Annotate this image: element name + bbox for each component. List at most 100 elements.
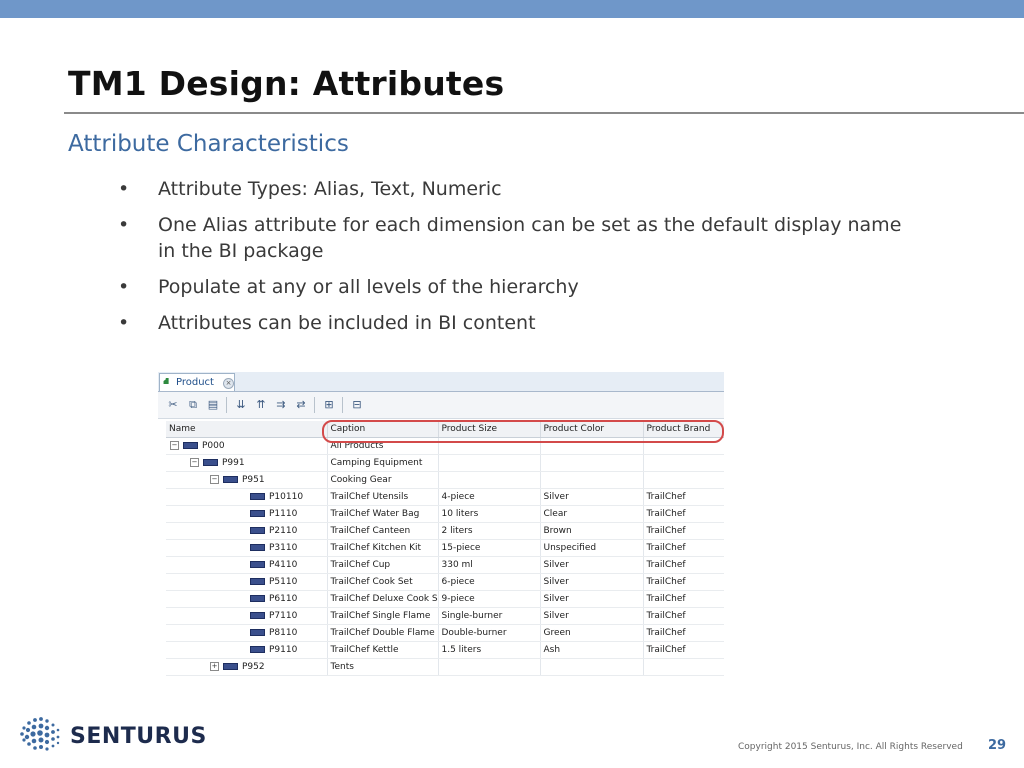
member-name-cell[interactable]: P10110: [166, 488, 328, 506]
table-row[interactable]: P1110 TrailChef Water Bag 10 liters Clear Tr…: [166, 505, 724, 523]
member-icon: [250, 629, 265, 636]
member-name: P10110: [269, 492, 304, 502]
caption-cell[interactable]: TrailChef Deluxe Cook Set: [327, 590, 439, 608]
product-size-cell[interactable]: 1.5 liters: [438, 641, 541, 659]
product-brand-cell[interactable]: [643, 454, 724, 472]
sort-hierarchy-icon[interactable]: ⇉: [274, 398, 288, 412]
table-row[interactable]: P2110 TrailChef Canteen 2 liters Brown Trail…: [166, 522, 724, 540]
member-name-cell[interactable]: P4110: [166, 556, 328, 574]
caption-cell[interactable]: TrailChef Single Flame: [327, 607, 439, 625]
product-color-cell[interactable]: [540, 658, 644, 676]
table-row[interactable]: P5110 TrailChef Cook Set 6-piece Silver Trai…: [166, 573, 724, 591]
product-color-cell[interactable]: Silver: [540, 556, 644, 574]
product-size-cell[interactable]: Single-burner: [438, 607, 541, 625]
product-brand-cell[interactable]: [643, 471, 724, 489]
product-brand-cell[interactable]: TrailChef: [643, 573, 724, 591]
product-brand-cell[interactable]: [643, 658, 724, 676]
product-color-cell[interactable]: Silver: [540, 590, 644, 608]
caption-cell[interactable]: Cooking Gear: [327, 471, 439, 489]
toolbar-separator: [342, 397, 343, 413]
collapse-icon[interactable]: −: [210, 475, 219, 484]
member-name-cell[interactable]: P9110: [166, 641, 328, 659]
caption-cell[interactable]: Camping Equipment: [327, 454, 439, 472]
product-size-cell[interactable]: 2 liters: [438, 522, 541, 540]
product-brand-cell[interactable]: TrailChef: [643, 641, 724, 659]
member-name-cell[interactable]: P2110: [166, 522, 328, 540]
table-row[interactable]: P7110 TrailChef Single Flame Single-burner…: [166, 607, 724, 625]
caption-cell[interactable]: TrailChef Cook Set: [327, 573, 439, 591]
product-brand-cell[interactable]: TrailChef: [643, 505, 724, 523]
caption-cell[interactable]: Tents: [327, 658, 439, 676]
table-row[interactable]: − P991 Camping Equipment: [166, 454, 724, 472]
table-row[interactable]: P4110 TrailChef Cup 330 ml Silver TrailChef: [166, 556, 724, 574]
tab-product[interactable]: ⛘ Product ×: [159, 373, 235, 391]
table-row[interactable]: P8110 TrailChef Double Flame Double-burner…: [166, 624, 724, 642]
product-brand-cell[interactable]: TrailChef: [643, 488, 724, 506]
product-size-cell[interactable]: 6-piece: [438, 573, 541, 591]
caption-cell[interactable]: TrailChef Kettle: [327, 641, 439, 659]
product-color-cell[interactable]: Green: [540, 624, 644, 642]
member-name-cell[interactable]: P1110: [166, 505, 328, 523]
product-color-cell[interactable]: [540, 454, 644, 472]
member-name-cell[interactable]: − P000: [166, 437, 328, 455]
member-name-cell[interactable]: P5110: [166, 573, 328, 591]
filter-icon[interactable]: ⊟: [350, 398, 364, 412]
table-row[interactable]: + P952 Tents: [166, 658, 724, 676]
table-row[interactable]: − P951 Cooking Gear: [166, 471, 724, 489]
close-icon[interactable]: ×: [223, 378, 234, 389]
product-size-cell[interactable]: 4-piece: [438, 488, 541, 506]
product-color-cell[interactable]: Brown: [540, 522, 644, 540]
product-size-cell[interactable]: Double-burner: [438, 624, 541, 642]
product-size-cell[interactable]: [438, 658, 541, 676]
copy-icon[interactable]: ⧉: [186, 398, 200, 412]
bullet-item: • Attribute Types: Alias, Text, Numeric: [118, 176, 918, 202]
table-row[interactable]: P3110 TrailChef Kitchen Kit 15-piece Unspec…: [166, 539, 724, 557]
caption-cell[interactable]: TrailChef Double Flame: [327, 624, 439, 642]
sort-reverse-icon[interactable]: ⇄: [294, 398, 308, 412]
product-brand-cell[interactable]: TrailChef: [643, 539, 724, 557]
product-size-cell[interactable]: 330 ml: [438, 556, 541, 574]
table-row[interactable]: P10110 TrailChef Utensils 4-piece Silver Tra…: [166, 488, 724, 506]
caption-cell[interactable]: TrailChef Water Bag: [327, 505, 439, 523]
member-name-cell[interactable]: P8110: [166, 624, 328, 642]
top-accent-bar: [0, 0, 1024, 18]
cut-icon[interactable]: ✂: [166, 398, 180, 412]
product-size-cell[interactable]: [438, 454, 541, 472]
product-color-cell[interactable]: Silver: [540, 573, 644, 591]
column-header-name[interactable]: Name: [166, 421, 328, 438]
product-color-cell[interactable]: Silver: [540, 488, 644, 506]
caption-cell[interactable]: TrailChef Utensils: [327, 488, 439, 506]
paste-icon[interactable]: ▤: [206, 398, 220, 412]
member-name-cell[interactable]: + P952: [166, 658, 328, 676]
sort-ascending-icon[interactable]: ⇈: [254, 398, 268, 412]
member-name-cell[interactable]: P6110: [166, 590, 328, 608]
member-name-cell[interactable]: − P951: [166, 471, 328, 489]
product-size-cell[interactable]: 15-piece: [438, 539, 541, 557]
product-brand-cell[interactable]: TrailChef: [643, 522, 724, 540]
caption-cell[interactable]: TrailChef Canteen: [327, 522, 439, 540]
product-brand-cell[interactable]: TrailChef: [643, 624, 724, 642]
collapse-icon[interactable]: −: [190, 458, 199, 467]
product-brand-cell[interactable]: TrailChef: [643, 590, 724, 608]
product-color-cell[interactable]: [540, 471, 644, 489]
product-size-cell[interactable]: 9-piece: [438, 590, 541, 608]
caption-cell[interactable]: TrailChef Kitchen Kit: [327, 539, 439, 557]
product-size-cell[interactable]: 10 liters: [438, 505, 541, 523]
product-color-cell[interactable]: Clear: [540, 505, 644, 523]
expand-icon[interactable]: ⊞: [322, 398, 336, 412]
table-row[interactable]: P9110 TrailChef Kettle 1.5 liters Ash TrailC…: [166, 641, 724, 659]
member-name-cell[interactable]: P3110: [166, 539, 328, 557]
product-size-cell[interactable]: [438, 471, 541, 489]
caption-cell[interactable]: TrailChef Cup: [327, 556, 439, 574]
product-brand-cell[interactable]: TrailChef: [643, 607, 724, 625]
product-color-cell[interactable]: Silver: [540, 607, 644, 625]
product-color-cell[interactable]: Ash: [540, 641, 644, 659]
member-name-cell[interactable]: − P991: [166, 454, 328, 472]
product-brand-cell[interactable]: TrailChef: [643, 556, 724, 574]
collapse-icon[interactable]: −: [170, 441, 179, 450]
table-row[interactable]: P6110 TrailChef Deluxe Cook Set 9-piece Sil…: [166, 590, 724, 608]
expand-icon[interactable]: +: [210, 662, 219, 671]
product-color-cell[interactable]: Unspecified: [540, 539, 644, 557]
member-name-cell[interactable]: P7110: [166, 607, 328, 625]
sort-descending-icon[interactable]: ⇊: [234, 398, 248, 412]
